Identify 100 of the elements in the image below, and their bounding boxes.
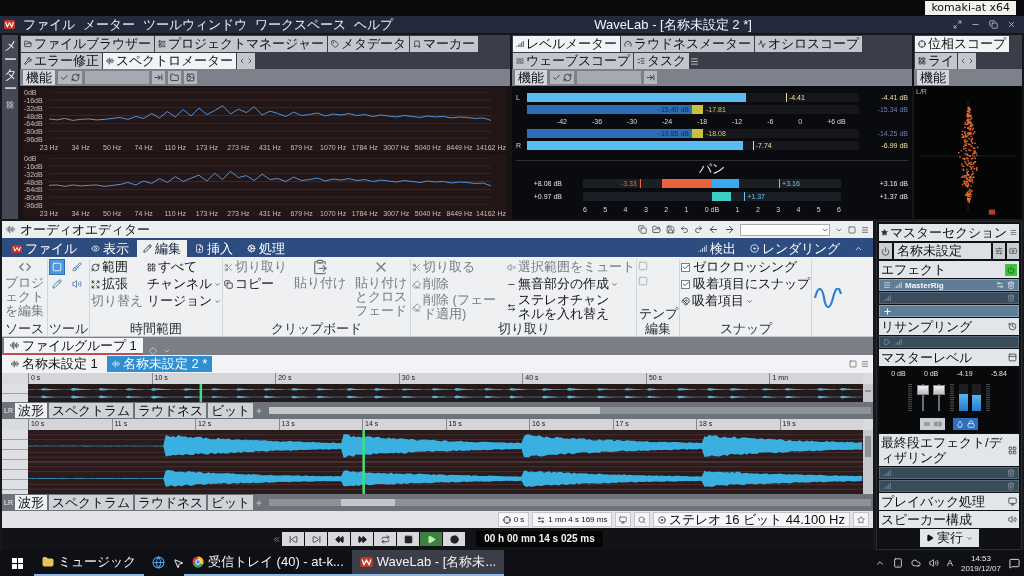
scroll-left-icon[interactable]: [238, 57, 246, 65]
level-option-button[interactable]: [953, 418, 978, 430]
function-button[interactable]: 機能: [515, 70, 547, 85]
view-tab[interactable]: ラウドネス: [134, 403, 206, 418]
function-button[interactable]: 機能: [917, 70, 949, 85]
view-tab[interactable]: ビット: [207, 403, 253, 418]
folder-icon[interactable]: [652, 225, 661, 234]
transport-button[interactable]: [443, 532, 466, 546]
double-chevron-icon[interactable]: [272, 534, 282, 544]
toolbar-button[interactable]: [184, 71, 197, 84]
ribbon-menu-button[interactable]: 吸着項目: [681, 293, 810, 309]
notification-icon[interactable]: [1009, 557, 1020, 569]
length-field[interactable]: 1 mn 4 s 169 ms: [532, 512, 613, 527]
cursor-position-field[interactable]: 0 s: [497, 512, 530, 527]
run-button[interactable]: 実行: [919, 529, 979, 547]
taskbar-item[interactable]: ミュージック: [34, 550, 144, 576]
history-icon[interactable]: [1008, 322, 1017, 331]
view-tab[interactable]: 波形: [14, 495, 47, 510]
toolbar-button[interactable]: [644, 71, 657, 84]
square-icon[interactable]: [849, 360, 857, 368]
toolbar-button[interactable]: [152, 71, 165, 84]
transport-button[interactable]: [351, 532, 374, 546]
panel-tab[interactable]: レベルメーター: [513, 36, 620, 52]
transport-button[interactable]: [282, 532, 305, 546]
ribbon-tab[interactable]: 挿入: [189, 240, 239, 257]
panel-icon[interactable]: [1008, 353, 1017, 362]
menu-icon[interactable]: [1010, 229, 1017, 236]
plus-icon[interactable]: [254, 498, 263, 507]
close-icon[interactable]: [1007, 20, 1016, 29]
restore-icon[interactable]: [989, 20, 998, 29]
ribbon-tab[interactable]: レンダリング: [744, 240, 846, 257]
toolbar-button[interactable]: [993, 243, 1005, 259]
scrollbar-thumb[interactable]: [341, 499, 396, 506]
ribbon-menu-button[interactable]: リージョン: [147, 293, 221, 309]
ribbon-menu-button[interactable]: 無音部分の作成: [507, 276, 635, 292]
ribbon-button[interactable]: コピー: [224, 276, 287, 292]
function-button[interactable]: 機能: [23, 70, 55, 85]
speaker-icon[interactable]: [928, 558, 939, 568]
ribbon-button[interactable]: ステレオチャンネルを入れ替え: [507, 293, 611, 321]
ribbon-menu-button[interactable]: チャンネル: [147, 276, 221, 292]
scroll-left-icon[interactable]: [959, 57, 967, 65]
panel-tab[interactable]: ラウドネスメーター: [621, 36, 754, 52]
dropdown-field[interactable]: [740, 223, 830, 236]
file-group-tab[interactable]: ファイルグループ 1: [4, 338, 143, 355]
status-button[interactable]: [615, 512, 632, 527]
transport-button[interactable]: [420, 532, 443, 546]
undo-icon[interactable]: [680, 225, 689, 234]
menu-icon[interactable]: [690, 56, 699, 66]
tool-button[interactable]: [49, 276, 65, 292]
ribbon-button[interactable]: 拡張: [91, 276, 143, 292]
panel-tab[interactable]: オシロスコープ: [755, 36, 862, 52]
preset-field[interactable]: 名称未設定: [894, 243, 991, 259]
scrollbar-thumb[interactable]: [865, 390, 871, 393]
fader-thumb[interactable]: [917, 384, 929, 395]
menu-icon[interactable]: [861, 225, 869, 234]
transport-button[interactable]: [328, 532, 351, 546]
toolbar-button[interactable]: [550, 71, 574, 84]
panel-tab[interactable]: ライ: [915, 53, 957, 69]
status-button[interactable]: [634, 512, 651, 527]
checkbox[interactable]: [681, 279, 690, 289]
transport-button[interactable]: [374, 532, 397, 546]
menu-item[interactable]: ヘルプ: [354, 17, 393, 32]
toolbar-button[interactable]: [58, 71, 82, 84]
square-icon[interactable]: [848, 225, 856, 234]
panel-tab[interactable]: エラー修正: [21, 53, 102, 69]
snap-option[interactable]: ゼロクロッシング: [681, 259, 810, 275]
taskbar-item[interactable]: 受信トレイ (40) - at-k...: [184, 550, 352, 576]
scroll-right-icon[interactable]: [246, 57, 254, 65]
view-tab[interactable]: ビット: [207, 495, 253, 510]
input-field[interactable]: [85, 71, 149, 84]
transport-button[interactable]: [305, 532, 328, 546]
checkbox[interactable]: [681, 262, 690, 272]
plus-icon[interactable]: [254, 406, 263, 415]
transport-button[interactable]: [397, 532, 420, 546]
scrollbar-thumb[interactable]: [865, 436, 871, 457]
file-tab[interactable]: 名称未設定 2 *: [106, 356, 213, 372]
input-field[interactable]: [577, 71, 641, 84]
monitor-icon[interactable]: [1008, 497, 1017, 506]
power-button[interactable]: [879, 243, 892, 259]
chevron-up-icon[interactable]: [874, 558, 885, 568]
ribbon-tab[interactable]: 処理: [241, 240, 291, 257]
audio-format-field[interactable]: ステレオ 16 ビット 44.100 Hz: [653, 512, 850, 527]
panel-tab[interactable]: ファイルブラウザー: [21, 36, 154, 52]
taskbar-item[interactable]: WaveLab - [名称未...: [351, 550, 505, 576]
save-icon[interactable]: [666, 225, 675, 234]
ribbon-button[interactable]: 範囲: [91, 259, 143, 275]
forward-arrow-icon[interactable]: [724, 224, 735, 235]
ribbon-tab[interactable]: ファイル: [6, 240, 83, 257]
view-tab[interactable]: スペクトラム: [48, 403, 133, 418]
menu-item[interactable]: ファイル: [23, 17, 75, 32]
file-tab[interactable]: 名称未設定 1: [6, 356, 103, 372]
menu-item[interactable]: メーター: [83, 17, 135, 32]
scroll-right-icon[interactable]: [967, 57, 975, 65]
power-button[interactable]: [1005, 263, 1017, 276]
plugin-slot[interactable]: MasterRig: [879, 279, 1019, 291]
fader-thumb[interactable]: [933, 384, 945, 395]
ribbon-button[interactable]: すべて: [147, 259, 221, 275]
ribbon-tab[interactable]: 表示: [85, 240, 135, 257]
redo-icon[interactable]: [694, 225, 703, 234]
panel-tab[interactable]: タスク: [634, 53, 689, 69]
